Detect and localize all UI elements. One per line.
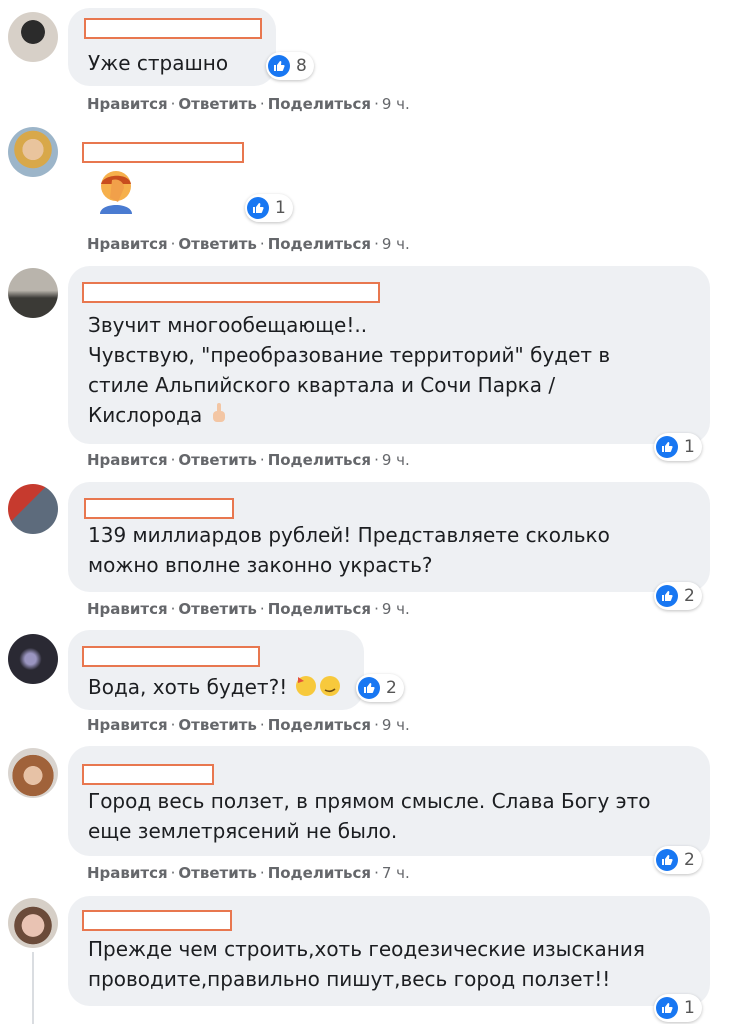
reaction-badge[interactable]: 8: [266, 52, 314, 80]
reaction-count: 1: [684, 437, 695, 457]
author-name-redacted[interactable]: [84, 18, 262, 39]
reply-link[interactable]: Ответить: [178, 235, 257, 253]
like-link[interactable]: Нравится: [87, 716, 168, 734]
party-and-smirk-emoji: [294, 673, 342, 705]
comment-text-line: Чувствую, "преобразование территорий" бу…: [88, 343, 611, 367]
like-link[interactable]: Нравится: [87, 451, 168, 469]
author-name-redacted[interactable]: [84, 498, 234, 519]
comment-text-line: проводите,правильно пишут,весь город пол…: [88, 967, 611, 991]
comment-actions: Нравится · Ответить · Поделиться · 9 ч.: [87, 235, 410, 253]
author-name-redacted[interactable]: [82, 142, 244, 163]
reaction-badge[interactable]: 1: [245, 194, 293, 222]
reaction-count: 8: [296, 56, 307, 76]
reaction-badge[interactable]: 1: [654, 433, 702, 461]
comment-text-line: 139 миллиардов рублей! Представляете ско…: [88, 523, 610, 547]
author-name-redacted[interactable]: [82, 764, 214, 785]
comment-text-line: Звучит многообещающе!..: [88, 313, 368, 337]
comment-bubble: 139 миллиардов рублей! Представляете ско…: [68, 482, 710, 592]
reply-link[interactable]: Ответить: [178, 716, 257, 734]
timestamp[interactable]: 9 ч.: [382, 716, 410, 734]
like-icon: [656, 436, 678, 458]
comment-text-line: Прежде чем строить,хоть геодезические из…: [88, 937, 645, 961]
comment-bubble: Город весь ползет, в прямом смысле. Слав…: [68, 746, 710, 856]
like-link[interactable]: Нравится: [87, 95, 168, 113]
like-icon: [358, 677, 380, 699]
pointing-up-emoji: [209, 402, 229, 432]
like-icon: [656, 849, 678, 871]
share-link[interactable]: Поделиться: [268, 235, 371, 253]
timestamp[interactable]: 9 ч.: [382, 235, 410, 253]
comment-text-line: Вода, хоть будет?!: [88, 672, 342, 705]
author-name-redacted[interactable]: [82, 910, 232, 931]
reply-link[interactable]: Ответить: [178, 600, 257, 618]
reply-link[interactable]: Ответить: [178, 451, 257, 469]
comment-bubble: Прежде чем строить,хоть геодезические из…: [68, 896, 710, 1006]
comment-bubble: Вода, хоть будет?!: [68, 630, 364, 710]
comment-text-line: Город весь ползет, в прямом смысле. Слав…: [88, 789, 651, 813]
share-link[interactable]: Поделиться: [268, 864, 371, 882]
reaction-count: 2: [684, 586, 695, 606]
thread-line: [32, 952, 34, 1024]
reaction-count: 2: [684, 850, 695, 870]
timestamp[interactable]: 7 ч.: [382, 864, 410, 882]
avatar[interactable]: [8, 748, 58, 798]
reaction-badge[interactable]: 2: [654, 582, 702, 610]
like-icon: [656, 585, 678, 607]
reaction-count: 1: [275, 198, 286, 218]
comment-actions: Нравится · Ответить · Поделиться · 7 ч.: [87, 864, 410, 882]
author-name-redacted[interactable]: [82, 646, 260, 667]
reply-link[interactable]: Ответить: [178, 864, 257, 882]
like-link[interactable]: Нравится: [87, 864, 168, 882]
timestamp[interactable]: 9 ч.: [382, 451, 410, 469]
reaction-badge[interactable]: 2: [356, 674, 404, 702]
avatar[interactable]: [8, 127, 58, 177]
reaction-count: 1: [684, 998, 695, 1018]
reaction-count: 2: [386, 678, 397, 698]
share-link[interactable]: Поделиться: [268, 451, 371, 469]
comment-actions: Нравится · Ответить · Поделиться · 9 ч.: [87, 600, 410, 618]
avatar[interactable]: [8, 484, 58, 534]
comment-actions: Нравится · Ответить · Поделиться · 9 ч.: [87, 95, 410, 113]
avatar[interactable]: [8, 268, 58, 318]
comment-text-line: Кислорода: [88, 400, 229, 432]
like-icon: [247, 197, 269, 219]
comment-bubble: Уже страшно: [68, 8, 276, 86]
share-link[interactable]: Поделиться: [268, 600, 371, 618]
reply-link[interactable]: Ответить: [178, 95, 257, 113]
comment-bubble: Звучит многообещающе!.. Чувствую, "преоб…: [68, 266, 710, 444]
like-icon: [656, 997, 678, 1019]
timestamp[interactable]: 9 ч.: [382, 95, 410, 113]
like-link[interactable]: Нравится: [87, 235, 168, 253]
avatar[interactable]: [8, 12, 58, 62]
comment-text-line: стиле Альпийского квартала и Сочи Парка …: [88, 373, 556, 397]
share-link[interactable]: Поделиться: [268, 95, 371, 113]
facepalm-emoji: [94, 168, 138, 220]
avatar[interactable]: [8, 634, 58, 684]
like-icon: [268, 55, 290, 77]
comment-actions: Нравится · Ответить · Поделиться · 9 ч.: [87, 716, 410, 734]
like-link[interactable]: Нравится: [87, 600, 168, 618]
avatar[interactable]: [8, 898, 58, 948]
timestamp[interactable]: 9 ч.: [382, 600, 410, 618]
reaction-badge[interactable]: 2: [654, 846, 702, 874]
comment-text-line: можно вполне законно украсть?: [88, 553, 433, 577]
author-name-redacted[interactable]: [82, 282, 380, 303]
share-link[interactable]: Поделиться: [268, 716, 371, 734]
comment-text-line: еще землетрясений не было.: [88, 819, 398, 843]
reaction-badge[interactable]: 1: [654, 994, 702, 1022]
comment-actions: Нравится · Ответить · Поделиться · 9 ч.: [87, 451, 410, 469]
comment-text-line: Уже страшно: [88, 51, 229, 75]
